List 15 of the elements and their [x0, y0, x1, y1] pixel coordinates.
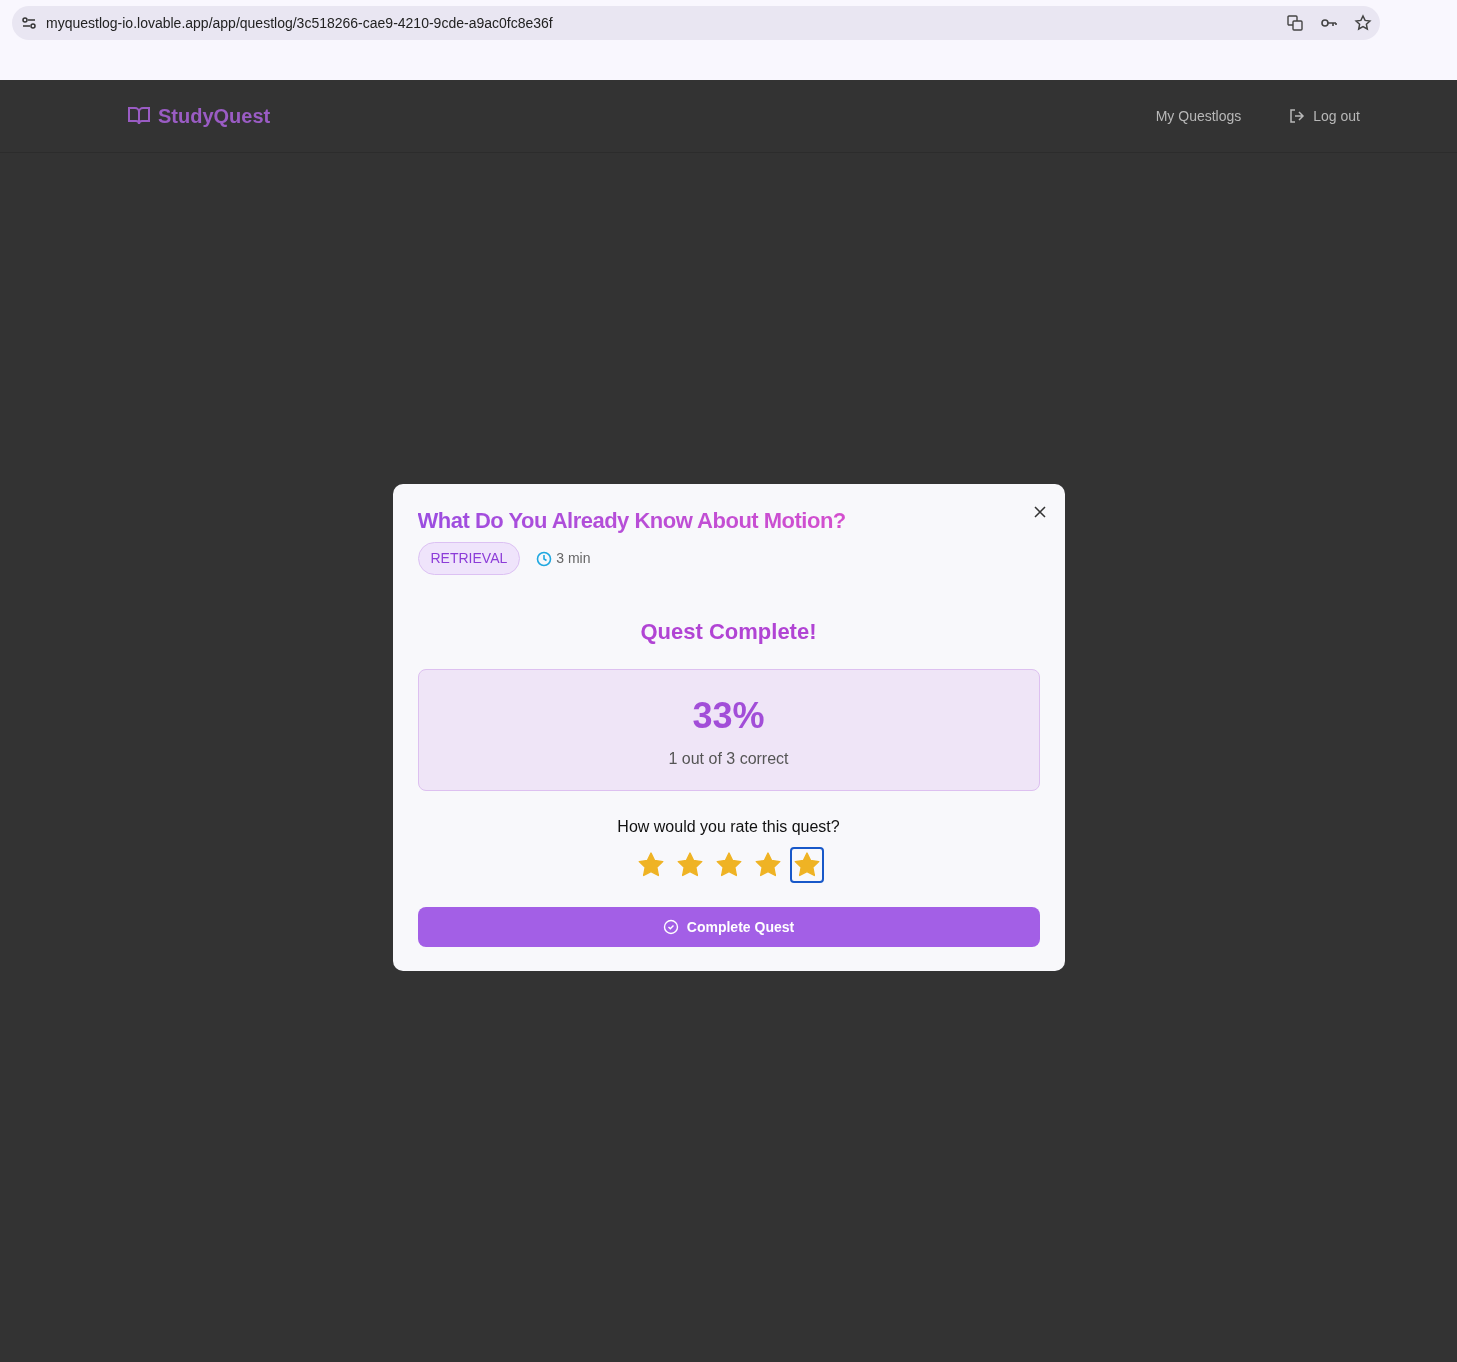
star-icon[interactable] [1354, 14, 1372, 32]
score-caption: 1 out of 3 correct [668, 749, 789, 770]
complete-quest-button[interactable]: Complete Quest [417, 907, 1040, 948]
book-icon [128, 106, 150, 126]
rating-prompt: How would you rate this quest? [617, 818, 840, 836]
logout-link[interactable]: Log out [1289, 105, 1360, 127]
quest-type-tag: RETRIEVAL [417, 542, 521, 575]
completion-heading: Quest Complete! [640, 619, 817, 646]
check-circle-icon [662, 919, 679, 936]
nav-link[interactable]: My Questlogs [1155, 105, 1242, 127]
score-percent: 33% [692, 694, 765, 739]
logout-icon [1289, 108, 1306, 124]
site-settings-icon[interactable] [20, 14, 38, 32]
duration: 3 min [556, 549, 591, 568]
clock-icon [536, 550, 553, 567]
